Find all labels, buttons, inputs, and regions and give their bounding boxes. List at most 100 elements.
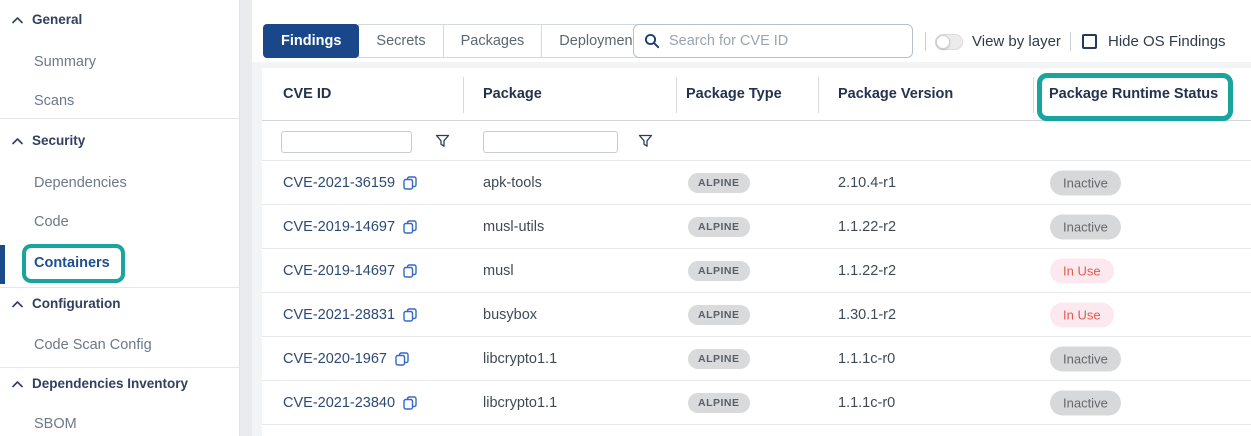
column-separator bbox=[818, 77, 819, 113]
package-type-badge: ALPINE bbox=[688, 393, 750, 413]
toggle-knob bbox=[936, 35, 950, 49]
package-version: 1.1.22-r2 bbox=[838, 219, 896, 235]
cve-cell: CVE-2019-14697 bbox=[283, 263, 417, 279]
sidebar-section-label: Dependencies Inventory bbox=[32, 374, 188, 394]
main-panel: Findings Secrets Packages Deployments Vi… bbox=[252, 0, 1251, 436]
sidebar-section-label: General bbox=[32, 10, 82, 30]
runtime-status-badge: Inactive bbox=[1050, 346, 1121, 371]
package-filter-input[interactable] bbox=[483, 131, 618, 153]
chevron-up-icon bbox=[12, 138, 23, 145]
package-name: apk-tools bbox=[483, 175, 542, 191]
sidebar-item-summary[interactable]: Summary bbox=[34, 52, 96, 72]
column-header-package-type[interactable]: Package Type bbox=[686, 86, 782, 102]
chevron-up-icon bbox=[12, 381, 23, 388]
sidebar-divider bbox=[0, 367, 239, 368]
package-type-badge: ALPINE bbox=[688, 173, 750, 193]
cve-cell: CVE-2021-23840 bbox=[283, 395, 417, 411]
package-type-badge: ALPINE bbox=[688, 261, 750, 281]
sidebar-section-label: Configuration bbox=[32, 294, 120, 314]
filter-funnel-icon[interactable] bbox=[638, 134, 653, 148]
tab-packages[interactable]: Packages bbox=[443, 24, 543, 58]
copy-icon[interactable] bbox=[403, 176, 417, 190]
copy-icon[interactable] bbox=[403, 396, 417, 410]
table-header-row: CVE ID Package Package Type Package Vers… bbox=[262, 68, 1251, 121]
toolbar: Findings Secrets Packages Deployments Vi… bbox=[252, 0, 1251, 62]
hide-os-findings-checkbox[interactable] bbox=[1082, 34, 1097, 49]
package-name: libcrypto1.1 bbox=[483, 351, 557, 367]
sidebar-divider bbox=[0, 118, 239, 119]
sidebar-item-scans[interactable]: Scans bbox=[34, 91, 74, 111]
package-type-badge: ALPINE bbox=[688, 217, 750, 237]
package-name: libcrypto1.1 bbox=[483, 395, 557, 411]
package-version: 1.1.1c-r0 bbox=[838, 351, 895, 367]
findings-table: CVE ID Package Package Type Package Vers… bbox=[262, 68, 1251, 436]
copy-icon[interactable] bbox=[403, 308, 417, 322]
table-row[interactable]: CVE-2021-23840 libcrypto1.1 ALPINE 1.1.1… bbox=[262, 381, 1251, 425]
package-version: 1.1.1c-r0 bbox=[838, 395, 895, 411]
runtime-status-badge: In Use bbox=[1050, 258, 1114, 283]
cve-link[interactable]: CVE-2021-36159 bbox=[283, 175, 395, 191]
view-by-layer-toggle[interactable] bbox=[935, 34, 963, 50]
package-name: busybox bbox=[483, 307, 537, 323]
package-version: 2.10.4-r1 bbox=[838, 175, 896, 191]
package-version: 1.30.1-r2 bbox=[838, 307, 896, 323]
package-version: 1.1.22-r2 bbox=[838, 263, 896, 279]
cve-link[interactable]: CVE-2020-1967 bbox=[283, 351, 387, 367]
tab-secrets[interactable]: Secrets bbox=[358, 24, 443, 58]
view-by-layer-label: View by layer bbox=[972, 33, 1061, 50]
toolbar-divider bbox=[1070, 32, 1071, 51]
sidebar-section-dependencies-inventory[interactable]: Dependencies Inventory bbox=[12, 374, 188, 394]
sidebar-scrollbar[interactable] bbox=[239, 0, 252, 436]
column-header-package-version[interactable]: Package Version bbox=[838, 86, 953, 102]
table-row[interactable]: CVE-2019-14697 musl ALPINE 1.1.22-r2 In … bbox=[262, 249, 1251, 293]
search-icon bbox=[644, 33, 660, 49]
table-row[interactable]: CVE-2021-36159 apk-tools ALPINE 2.10.4-r… bbox=[262, 161, 1251, 205]
cve-search-box[interactable] bbox=[633, 24, 913, 58]
sidebar-section-configuration[interactable]: Configuration bbox=[12, 294, 120, 314]
sidebar-item-dependencies[interactable]: Dependencies bbox=[34, 173, 127, 193]
sidebar-item-containers[interactable]: Containers bbox=[34, 253, 110, 273]
package-name: musl-utils bbox=[483, 219, 544, 235]
cve-link[interactable]: CVE-2021-23840 bbox=[283, 395, 395, 411]
package-type-badge: ALPINE bbox=[688, 349, 750, 369]
package-name: musl bbox=[483, 263, 514, 279]
sidebar-item-sbom[interactable]: SBOM bbox=[34, 414, 77, 434]
tab-findings[interactable]: Findings bbox=[263, 24, 359, 58]
sidebar-section-general[interactable]: General bbox=[12, 10, 82, 30]
tab-group: Findings Secrets Packages Deployments bbox=[264, 24, 662, 58]
table-row[interactable]: CVE-2019-14697 musl-utils ALPINE 1.1.22-… bbox=[262, 205, 1251, 249]
sidebar-section-security[interactable]: Security bbox=[12, 131, 85, 151]
column-header-cve-id[interactable]: CVE ID bbox=[283, 86, 331, 102]
runtime-status-badge: Inactive bbox=[1050, 214, 1121, 239]
package-type-badge: ALPINE bbox=[688, 305, 750, 325]
hide-os-findings-label: Hide OS Findings bbox=[1108, 33, 1226, 50]
column-separator bbox=[1033, 77, 1034, 113]
sidebar-item-code-scan-config[interactable]: Code Scan Config bbox=[34, 335, 152, 355]
sidebar-divider bbox=[0, 287, 239, 288]
chevron-up-icon bbox=[12, 301, 23, 308]
column-header-package[interactable]: Package bbox=[483, 86, 542, 102]
cve-link[interactable]: CVE-2019-14697 bbox=[283, 219, 395, 235]
table-row[interactable]: CVE-2021-28831 busybox ALPINE 1.30.1-r2 … bbox=[262, 293, 1251, 337]
table-row[interactable]: CVE-2020-1967 libcrypto1.1 ALPINE 1.1.1c… bbox=[262, 337, 1251, 381]
cve-link[interactable]: CVE-2021-28831 bbox=[283, 307, 395, 323]
cve-cell: CVE-2020-1967 bbox=[283, 351, 409, 367]
cve-cell: CVE-2019-14697 bbox=[283, 219, 417, 235]
sidebar-section-label: Security bbox=[32, 131, 85, 151]
cve-link[interactable]: CVE-2019-14697 bbox=[283, 263, 395, 279]
runtime-status-badge: In Use bbox=[1050, 302, 1114, 327]
sidebar: General Summary Scans Security Dependenc… bbox=[0, 0, 239, 436]
column-separator bbox=[463, 77, 464, 113]
copy-icon[interactable] bbox=[403, 264, 417, 278]
search-input[interactable] bbox=[669, 33, 902, 49]
runtime-status-badge: Inactive bbox=[1050, 390, 1121, 415]
sidebar-item-code[interactable]: Code bbox=[34, 212, 69, 232]
copy-icon[interactable] bbox=[395, 352, 409, 366]
copy-icon[interactable] bbox=[403, 220, 417, 234]
filter-funnel-icon[interactable] bbox=[435, 134, 450, 148]
cve-cell: CVE-2021-28831 bbox=[283, 307, 417, 323]
column-header-package-runtime-status[interactable]: Package Runtime Status bbox=[1049, 86, 1218, 102]
cve-id-filter-input[interactable] bbox=[281, 131, 412, 153]
app-root: General Summary Scans Security Dependenc… bbox=[0, 0, 1251, 436]
active-item-indicator bbox=[0, 245, 5, 284]
